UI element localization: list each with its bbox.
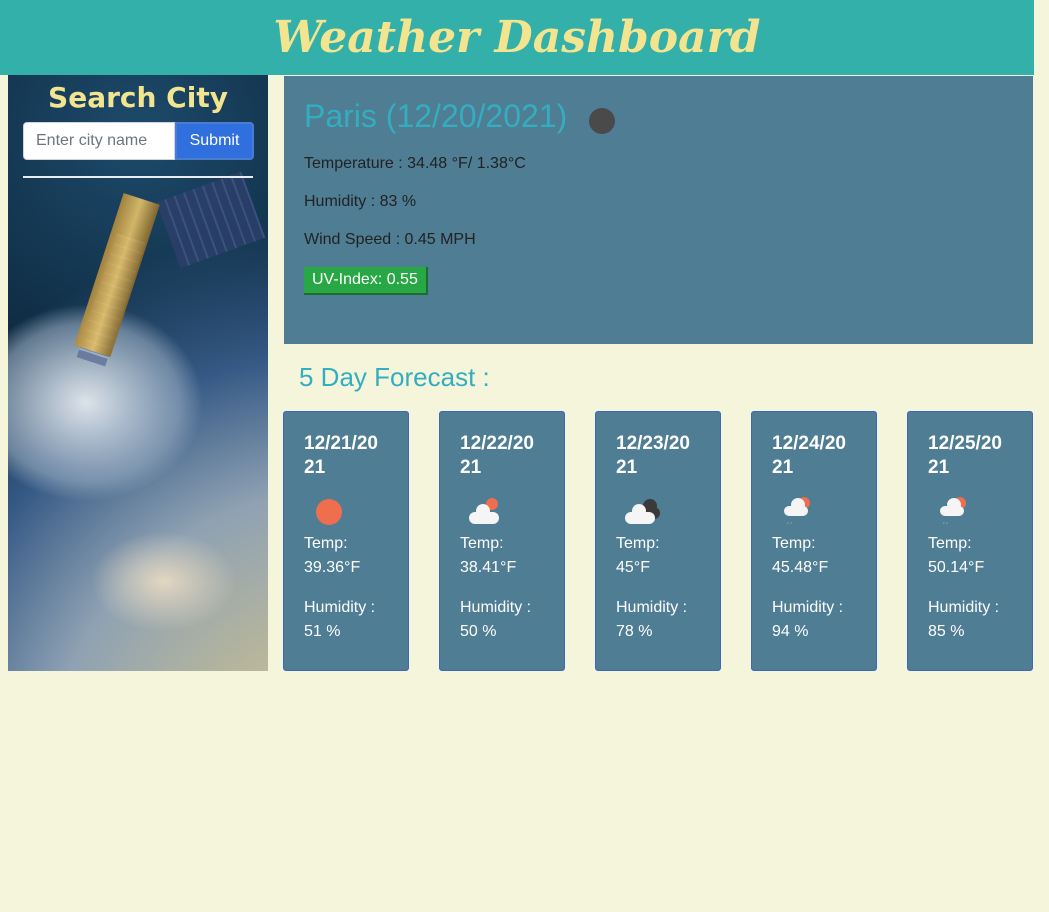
forecast-date: 12/22/2021 xyxy=(460,433,534,478)
forecast-temp: 50.14°F xyxy=(928,559,985,576)
forecast-temp: 45°F xyxy=(616,559,650,576)
current-humidity: Humidity : 83 % xyxy=(304,193,417,210)
forecast-temp: 38.41°F xyxy=(460,559,517,576)
forecast-humidity-label: Humidity : xyxy=(616,599,688,616)
city-search-input[interactable] xyxy=(23,122,175,160)
current-wind-speed: Wind Speed : 0.45 MPH xyxy=(304,231,476,248)
divider xyxy=(23,176,253,178)
forecast-title: 5 Day Forecast : xyxy=(299,362,490,392)
forecast-humidity-label: Humidity : xyxy=(772,599,844,616)
forecast-humidity: 94 % xyxy=(772,623,809,640)
forecast-temp: 39.36°F xyxy=(304,559,361,576)
current-temperature: Temperature : 34.48 °F/ 1.38°C xyxy=(304,155,526,172)
satellite-image xyxy=(156,171,266,269)
forecast-humidity-label: Humidity : xyxy=(304,599,376,616)
page-title: Weather Dashboard xyxy=(273,12,761,63)
header-bar: Weather Dashboard xyxy=(0,0,1034,75)
forecast-humidity: 85 % xyxy=(928,623,965,640)
forecast-card: 12/24/2021 ⸴⸴ Temp: 45.48°F Humidity : 9… xyxy=(751,411,877,671)
current-city-title: Paris (12/20/2021) xyxy=(304,98,568,134)
uv-index-badge: UV-Index: 0.55 xyxy=(304,267,428,295)
current-weather-panel: Paris (12/20/2021) Temperature : 34.48 °… xyxy=(284,76,1033,344)
sun-icon xyxy=(304,488,388,532)
forecast-humidity-label: Humidity : xyxy=(460,599,532,616)
forecast-card: 12/23/2021 Temp: 45°F Humidity : 78 % xyxy=(595,411,721,671)
forecast-date: 12/25/2021 xyxy=(928,433,1002,478)
forecast-date: 12/23/2021 xyxy=(616,433,690,478)
search-form: Submit xyxy=(23,122,254,160)
rain-icon: ⸴⸴ xyxy=(928,488,1012,532)
forecast-temp-label: Temp: xyxy=(460,535,504,552)
forecast-temp-label: Temp: xyxy=(616,535,660,552)
forecast-temp: 45.48°F xyxy=(772,559,829,576)
partly-cloudy-icon xyxy=(460,488,544,532)
forecast-humidity-label: Humidity : xyxy=(928,599,1000,616)
forecast-card: 12/22/2021 Temp: 38.41°F Humidity : 50 % xyxy=(439,411,565,671)
satellite-body xyxy=(74,193,160,357)
forecast-date: 12/24/2021 xyxy=(772,433,846,478)
forecast-humidity: 78 % xyxy=(616,623,653,640)
forecast-humidity: 51 % xyxy=(304,623,341,640)
forecast-humidity: 50 % xyxy=(460,623,497,640)
forecast-temp-label: Temp: xyxy=(772,535,816,552)
rain-icon: ⸴⸴ xyxy=(772,488,856,532)
forecast-temp-label: Temp: xyxy=(304,535,348,552)
forecast-date: 12/21/2021 xyxy=(304,433,378,478)
clouds-icon xyxy=(616,488,700,532)
search-title: Search City xyxy=(48,81,228,114)
forecast-card: 12/21/2021 Temp: 39.36°F Humidity : 51 % xyxy=(283,411,409,671)
submit-button[interactable]: Submit xyxy=(175,122,254,160)
moon-icon xyxy=(589,107,616,134)
forecast-temp-label: Temp: xyxy=(928,535,972,552)
forecast-card: 12/25/2021 ⸴⸴ Temp: 50.14°F Humidity : 8… xyxy=(907,411,1033,671)
search-sidebar: Search City Submit xyxy=(8,75,268,671)
